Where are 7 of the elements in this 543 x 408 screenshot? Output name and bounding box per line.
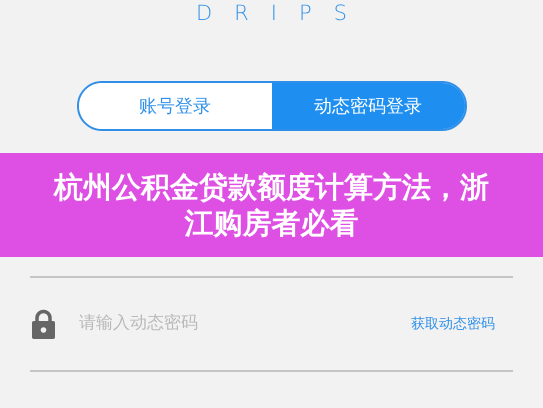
- app-logo: DRIPS: [195, 1, 370, 26]
- lock-icon: [32, 309, 55, 340]
- login-tab[interactable]: 动态密码登录: [272, 83, 464, 130]
- input-field[interactable]: 请输入动态密码: [77, 310, 389, 338]
- banner-title: 杭州公积金贷款额度计算方法，浙江购房者必看: [52, 168, 490, 242]
- login-tab[interactable]: 账号登录: [78, 83, 272, 130]
- get-code-link[interactable]: 获取动态密码: [411, 314, 495, 335]
